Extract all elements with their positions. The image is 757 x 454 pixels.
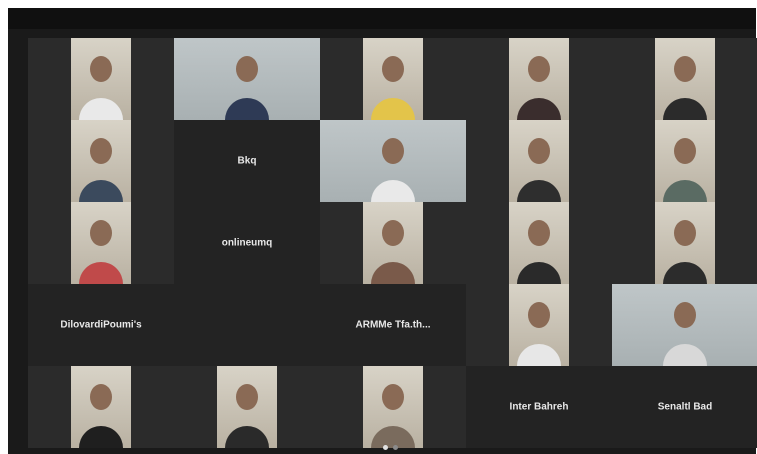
participant-video	[363, 366, 423, 448]
top-bar	[8, 8, 756, 29]
participant-video	[174, 38, 320, 120]
participant-video	[363, 202, 423, 284]
participant-tile[interactable]	[612, 120, 757, 202]
participant-tile[interactable]	[320, 38, 466, 120]
page-dot-active[interactable]	[383, 445, 388, 450]
participant-video	[655, 120, 715, 202]
participant-tile[interactable]	[174, 366, 320, 448]
participant-tile[interactable]	[612, 38, 757, 120]
participant-display-name: DilovardiPoumi's	[60, 319, 142, 331]
participant-video	[71, 202, 131, 284]
participant-video	[655, 38, 715, 120]
participant-display-name: ARMMe Tfa.th...	[355, 319, 431, 331]
participant-video	[655, 202, 715, 284]
participant-video	[71, 366, 131, 448]
participant-video	[509, 38, 569, 120]
participant-display-name: onlineumq	[221, 237, 273, 249]
participant-tile[interactable]	[28, 366, 174, 448]
participant-tile[interactable]	[466, 120, 612, 202]
participant-tile[interactable]	[28, 202, 174, 284]
participant-tile[interactable]	[320, 366, 466, 448]
video-conference-window: Bkq onlineumq DilovardiPoumi's ARMMe Tfa…	[8, 8, 757, 454]
participant-video	[71, 38, 131, 120]
participant-display-name: Inter Bahreh	[509, 401, 569, 413]
participant-video	[509, 120, 569, 202]
participant-grid: Bkq onlineumq DilovardiPoumi's ARMMe Tfa…	[28, 38, 757, 453]
participant-tile[interactable]: Inter Bahreh	[466, 366, 612, 448]
participant-video	[509, 202, 569, 284]
participant-video	[363, 38, 423, 120]
participant-tile[interactable]	[612, 284, 757, 366]
participant-video	[320, 120, 466, 202]
participant-video	[71, 120, 131, 202]
participant-tile[interactable]: onlineumq	[174, 202, 320, 284]
active-speaker-tile[interactable]	[320, 120, 466, 202]
page-indicator[interactable]	[380, 444, 404, 452]
participant-video	[612, 284, 757, 366]
participant-video	[217, 366, 277, 448]
participant-tile[interactable]: Bkq	[174, 120, 320, 202]
participant-display-name: Bkq	[237, 155, 257, 167]
participant-tile[interactable]	[174, 38, 320, 120]
participant-tile[interactable]	[612, 202, 757, 284]
page-dot[interactable]	[393, 445, 398, 450]
participant-tile[interactable]	[466, 202, 612, 284]
participant-tile[interactable]: DilovardiPoumi's	[28, 284, 174, 366]
participant-tile[interactable]	[466, 284, 612, 366]
participant-tile[interactable]: ARMMe Tfa.th...	[320, 284, 466, 366]
participant-display-name: Senaltl Bad	[657, 401, 713, 413]
participant-video	[509, 284, 569, 366]
participant-tile[interactable]	[28, 120, 174, 202]
participant-tile[interactable]	[466, 38, 612, 120]
participant-tile[interactable]	[320, 202, 466, 284]
participant-tile[interactable]: Senaltl Bad	[612, 366, 757, 448]
participant-tile[interactable]	[174, 284, 320, 366]
participant-tile[interactable]	[28, 38, 174, 120]
